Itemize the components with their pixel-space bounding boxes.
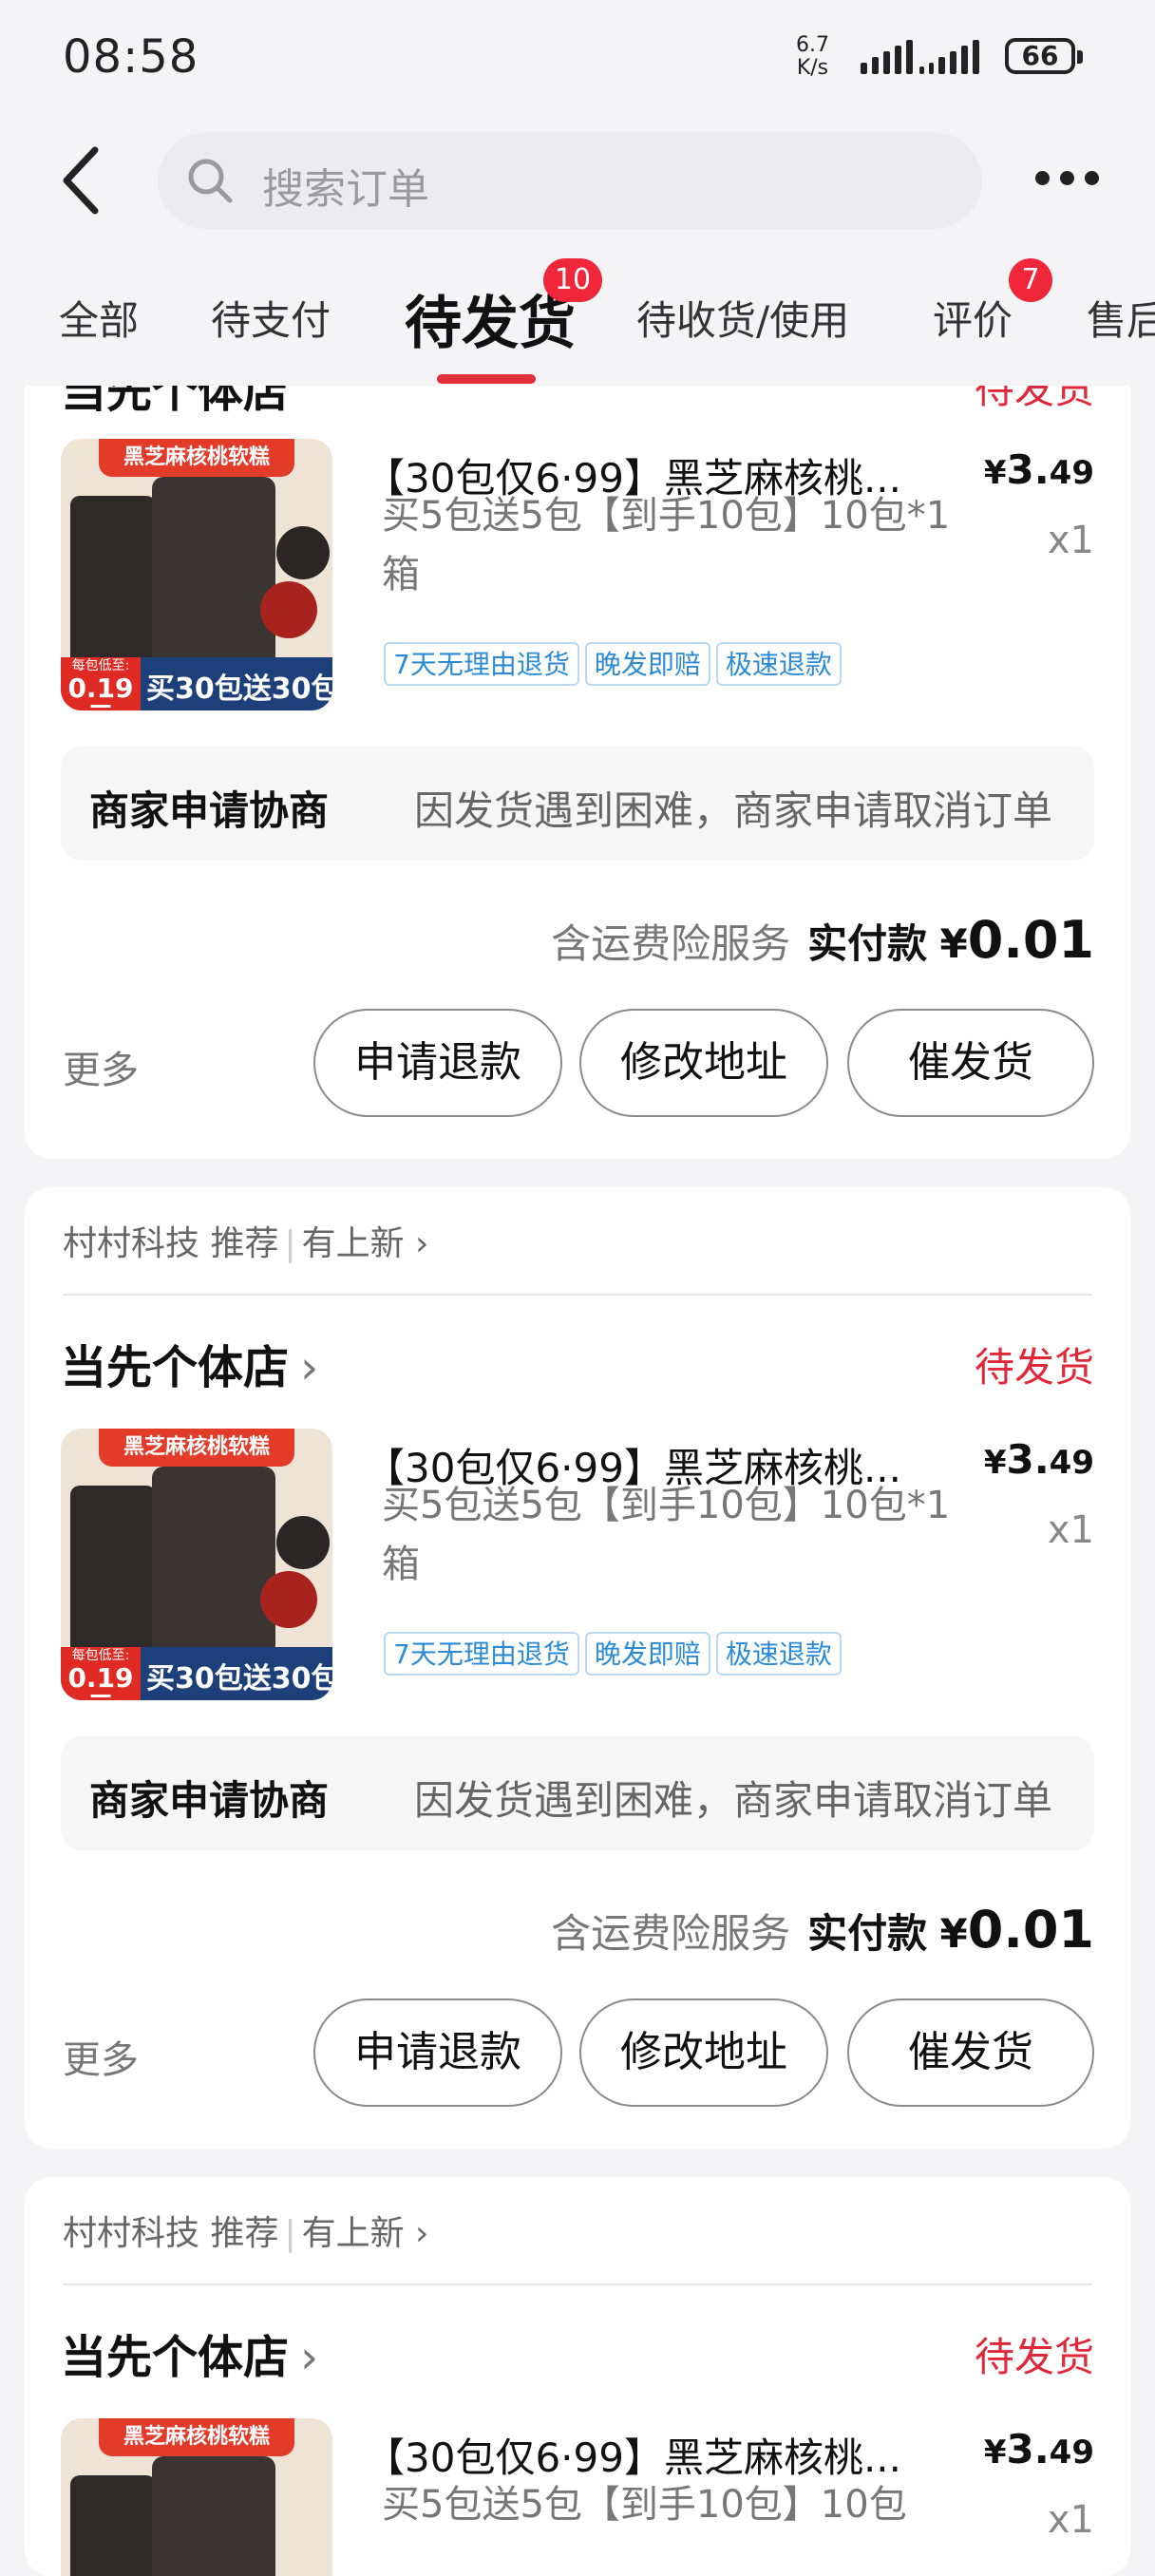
modify-address-button[interactable]: 修改地址 — [579, 1998, 828, 2107]
signal-icon — [861, 36, 913, 74]
service-tags: 7天无理由退货 晚发即赔 极速退款 — [384, 642, 842, 686]
back-arrow-icon[interactable] — [53, 144, 110, 217]
image-banner: 每包低至:0.19元 买30包送30包 — [61, 1647, 332, 1700]
order-card: 当先个体店 待发货 黑芝麻核桃软糕 每包低至:0.19元 买30包送30包 【3… — [25, 386, 1130, 1159]
store-name[interactable]: 当先个体店 — [61, 386, 289, 420]
tab-all[interactable]: 全部 — [59, 289, 139, 347]
tab-review-badge: 7 — [1009, 258, 1052, 302]
refund-button[interactable]: 申请退款 — [313, 1009, 562, 1117]
divider — [63, 1294, 1092, 1296]
more-actions-link[interactable]: 更多 — [63, 1039, 139, 1094]
status-bar: 08:58 6.7 K/s 66 — [0, 0, 1155, 118]
urge-shipping-button[interactable]: 催发货 — [847, 1998, 1094, 2107]
order-card: 村村科技 推荐 | 有上新 › 当先个体店 › 待发货 黑芝麻核桃软糕 每包低至: 0.… — [25, 1187, 1130, 2149]
tab-to-pay[interactable]: 待支付 — [211, 289, 331, 347]
negotiation-label: 商家申请协商 — [89, 787, 330, 834]
urge-shipping-button[interactable]: 催发货 — [847, 1009, 1094, 1117]
product-price: ¥3.49 — [983, 1436, 1094, 1483]
order-status: 待发货 — [974, 2334, 1094, 2380]
store-name[interactable]: 当先个体店 › — [61, 1330, 318, 1396]
negotiation-label: 商家申请协商 — [89, 1777, 330, 1824]
service-tag: 极速退款 — [715, 1632, 842, 1676]
service-tag: 7天无理由退货 — [384, 642, 579, 686]
image-banner: 每包低至:0.19元 买30包送30包 — [61, 657, 332, 710]
service-tag: 晚发即赔 — [584, 1632, 710, 1676]
image-top-label: 黑芝麻核桃软糕 — [99, 439, 294, 477]
recommend-bar[interactable]: 村村科技 推荐 | 有上新 › — [63, 1216, 428, 1265]
service-tag: 晚发即赔 — [584, 642, 710, 686]
chevron-right-icon: › — [404, 1224, 429, 1263]
service-tag: 极速退款 — [715, 642, 842, 686]
payment-summary: 含运费险服务 实付款 ¥0.01 — [551, 1900, 1094, 1960]
image-banner-text: 买30包送30包 — [146, 1662, 332, 1695]
image-top-label: 黑芝麻核桃软糕 — [99, 2418, 294, 2456]
order-status: 待发货 — [974, 1344, 1094, 1391]
tab-review[interactable]: 评价 — [933, 289, 1013, 347]
product-price: ¥3.49 — [983, 446, 1094, 493]
product-image[interactable]: 黑芝麻核桃软糕 每包低至:0.19元 买30包送30包 — [61, 1429, 332, 1700]
recommend-bar[interactable]: 村村科技 推荐 | 有上新 › — [63, 2206, 428, 2255]
search-placeholder: 搜索订单 — [262, 165, 429, 214]
product-image[interactable]: 黑芝麻核桃软糕 每包低至:0.19元 买30包送30包 — [61, 439, 332, 710]
chevron-right-icon: › — [300, 2331, 319, 2384]
image-top-label: 黑芝麻核桃软糕 — [99, 1429, 294, 1467]
net-speed: 6.7 K/s — [796, 34, 829, 80]
net-speed-unit: K/s — [796, 56, 829, 80]
product-spec: 买5包送5包【到手10包】10包*1箱 — [382, 494, 951, 597]
product-price: ¥3.49 — [983, 2426, 1094, 2472]
more-dots-icon[interactable] — [1035, 171, 1102, 190]
modify-address-button[interactable]: 修改地址 — [579, 1009, 828, 1117]
payment-summary: 含运费险服务 实付款 ¥0.01 — [551, 910, 1094, 970]
status-time: 08:58 — [63, 30, 199, 84]
chevron-right-icon: › — [300, 1341, 319, 1394]
negotiation-text: 因发货遇到困难，商家申请取消订单 — [414, 1777, 1053, 1824]
more-actions-link[interactable]: 更多 — [63, 2029, 139, 2084]
image-price-tag: 每包低至:0.19元 — [61, 1647, 141, 1700]
active-tab-indicator — [437, 374, 536, 384]
tab-after-sales[interactable]: 售后 — [1087, 289, 1155, 347]
product-image[interactable]: 黑芝麻核桃软糕 — [61, 2418, 332, 2576]
order-card: 村村科技 推荐 | 有上新 › 当先个体店 › 待发货 黑芝麻核桃软糕 【30包仅6·… — [25, 2177, 1130, 2576]
negotiation-text: 因发货遇到困难，商家申请取消订单 — [414, 787, 1053, 834]
order-status: 待发货 — [974, 386, 1094, 412]
signal-icon-2 — [919, 36, 979, 74]
image-banner-text: 买30包送30包 — [146, 672, 332, 706]
order-tabs: 全部 待支付 待发货 10 待收货/使用 评价 7 售后 — [0, 256, 1155, 389]
net-speed-value: 6.7 — [796, 33, 829, 57]
chevron-right-icon: › — [404, 2214, 429, 2253]
tab-to-ship-badge: 10 — [543, 258, 602, 302]
product-spec: 买5包送5包【到手10包】10包*1箱 — [382, 1484, 951, 1586]
negotiation-notice[interactable]: 商家申请协商 因发货遇到困难，商家申请取消订单 — [61, 747, 1094, 861]
tab-to-receive[interactable]: 待收货/使用 — [636, 289, 849, 347]
store-name[interactable]: 当先个体店 › — [61, 2320, 318, 2386]
search-icon — [184, 155, 236, 206]
service-tag: 7天无理由退货 — [384, 1632, 579, 1676]
service-tags: 7天无理由退货 晚发即赔 极速退款 — [384, 1632, 842, 1676]
product-spec: 买5包送5包【到手10包】10包 — [382, 2483, 907, 2527]
refund-button[interactable]: 申请退款 — [313, 1998, 562, 2107]
battery-icon: 66 — [1005, 38, 1083, 74]
negotiation-notice[interactable]: 商家申请协商 因发货遇到困难，商家申请取消订单 — [61, 1736, 1094, 1850]
divider — [63, 2283, 1092, 2285]
search-input[interactable]: 搜索订单 — [158, 132, 982, 229]
product-qty: x1 — [1047, 1508, 1094, 1552]
product-qty: x1 — [1047, 2498, 1094, 2542]
image-price-tag: 每包低至:0.19元 — [61, 657, 141, 710]
product-qty: x1 — [1047, 519, 1094, 562]
